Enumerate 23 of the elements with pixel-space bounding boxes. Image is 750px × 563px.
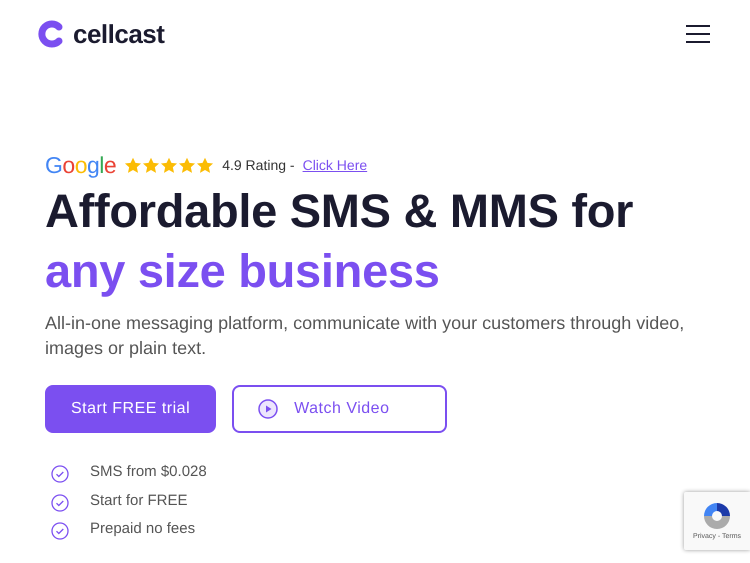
watch-video-button[interactable]: Watch Video [232,385,448,433]
check-icon [51,465,69,484]
start-trial-button[interactable]: Start FREE trial [45,385,216,433]
headline: any size business [45,243,441,299]
star-icon [178,157,196,174]
feature-text: Prepaid no fees [90,519,196,539]
rating-text: 4.9 Rating - [222,156,295,175]
star-icon [124,157,142,174]
star-icon [142,157,160,174]
logo-icon [37,20,65,48]
check-icon [51,494,69,512]
headline: Affordable SMS & MMS for [45,183,634,239]
google-logo: Google [45,154,116,177]
menu-icon[interactable] [686,25,710,43]
feature-text: Start for FREE [90,490,188,510]
feature-text: SMS from $0.028 [90,462,207,482]
play-icon [258,399,278,419]
star-icon [196,157,214,174]
subtitle: All-in-one messaging platform, communicate with your customers through video, images or plain text. [45,312,686,360]
click-here-link[interactable]: Click Here [302,155,368,176]
brand-name[interactable]: cellcast [73,14,164,54]
check-icon [51,522,69,540]
star-icon [160,157,178,174]
